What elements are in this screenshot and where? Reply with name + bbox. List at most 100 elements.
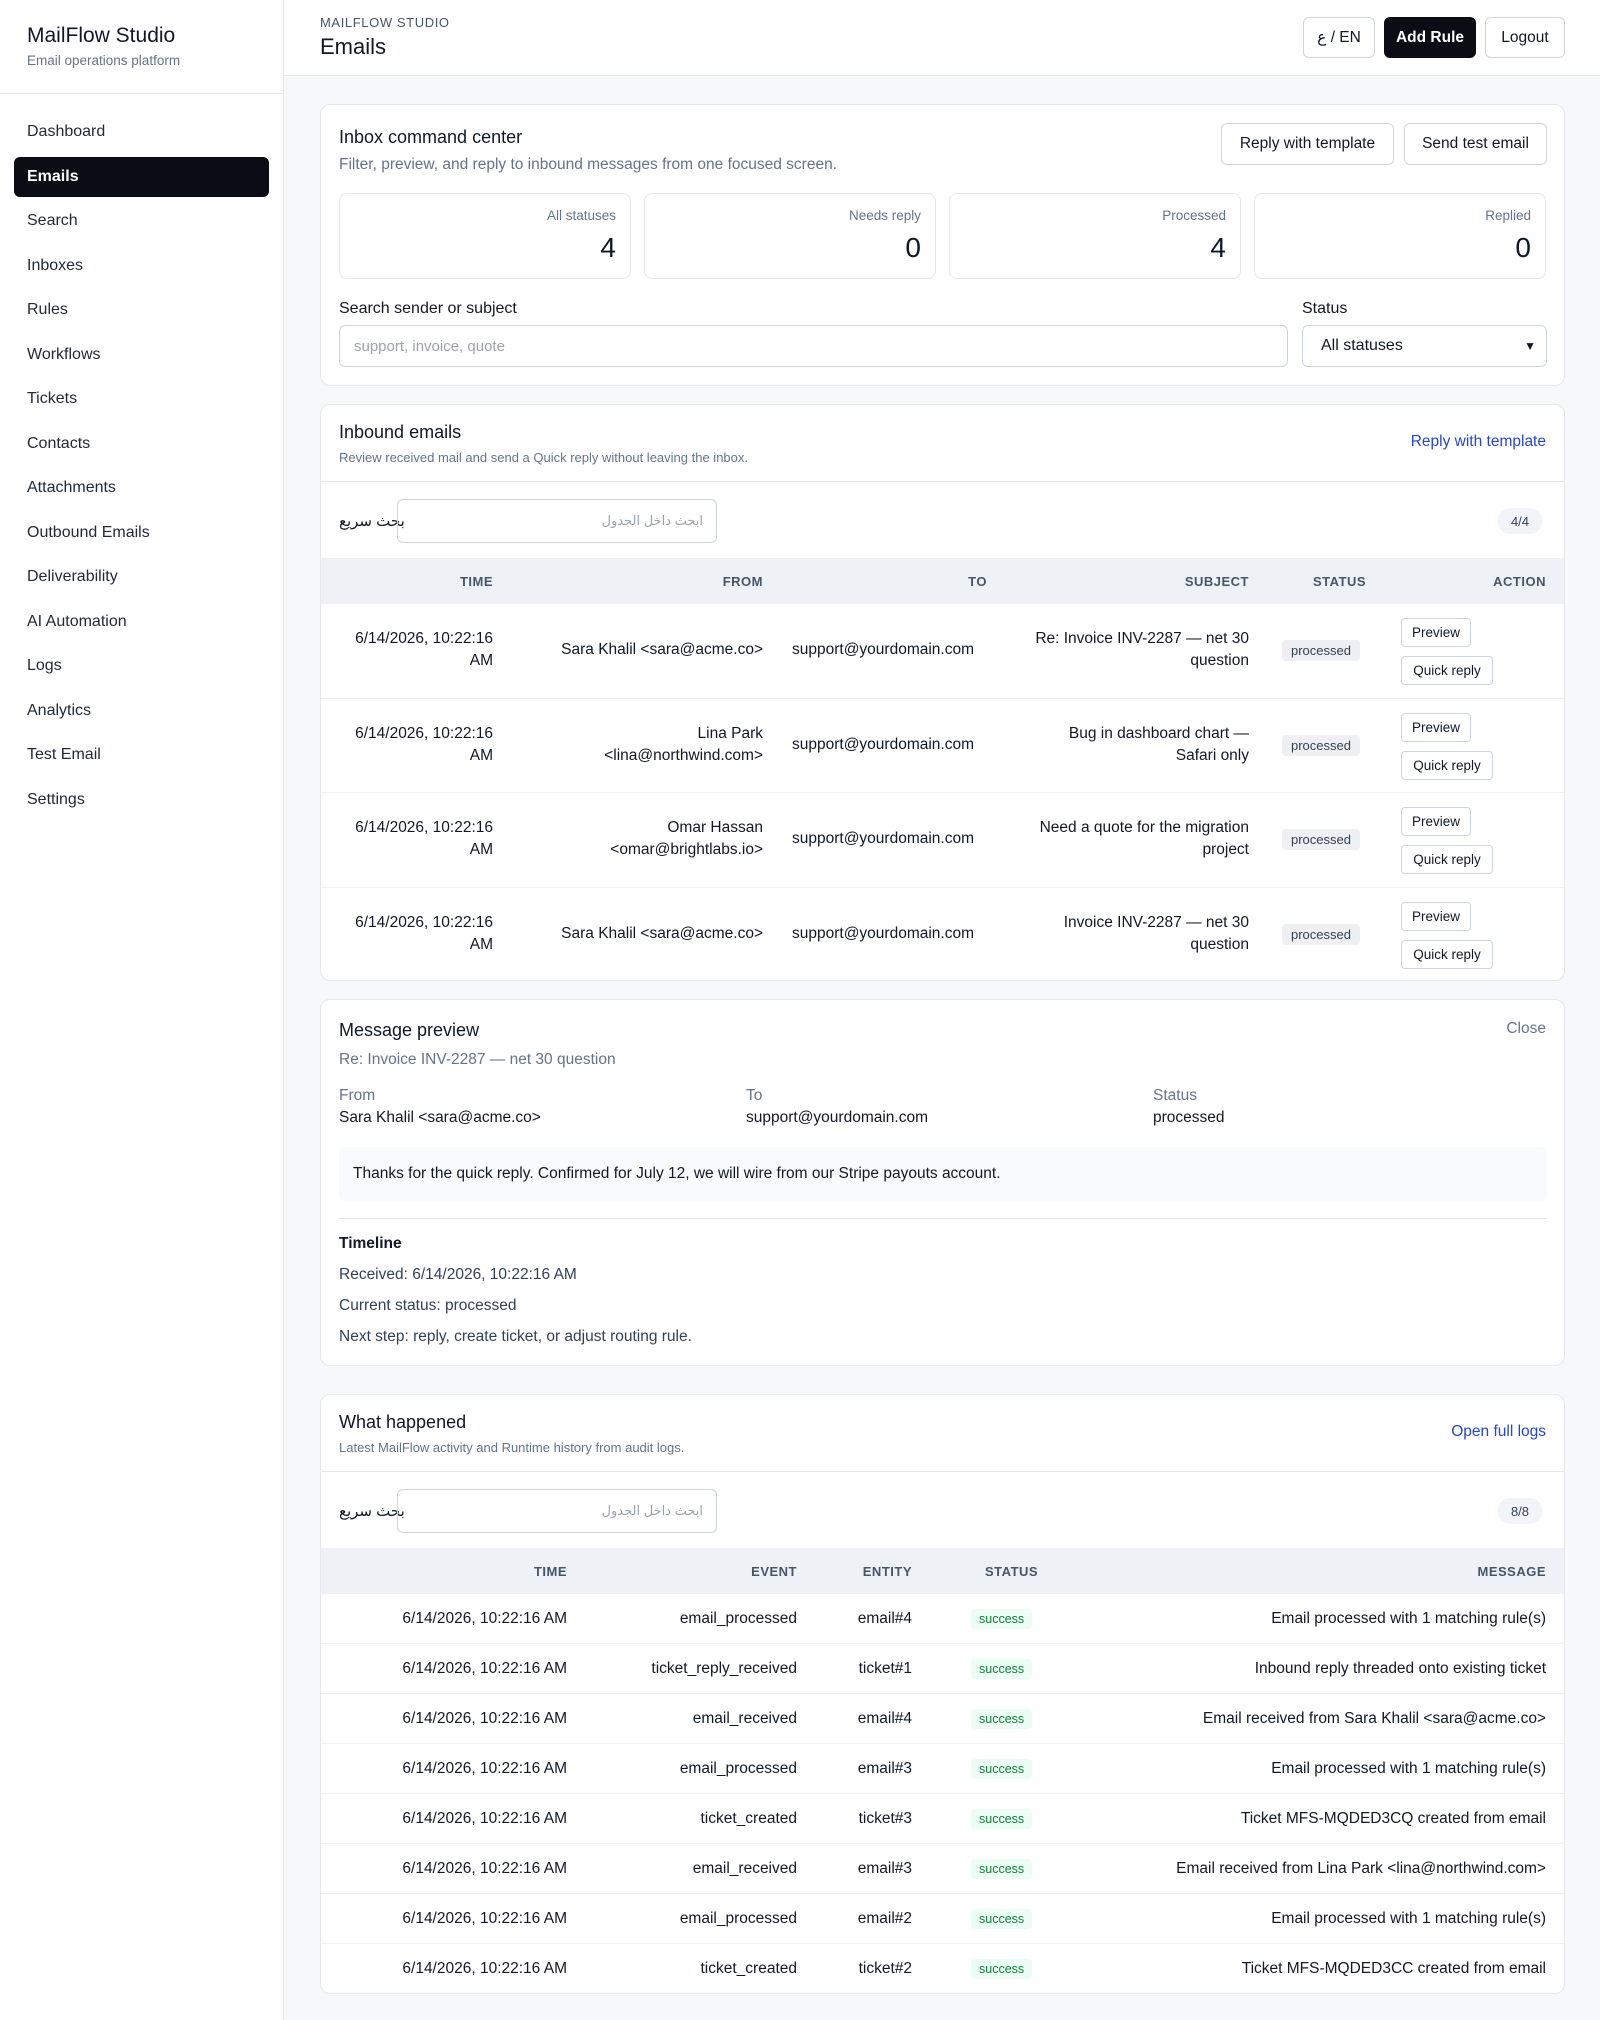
divider [321,481,1564,482]
sidebar-item-settings[interactable]: Settings [14,780,269,820]
sidebar-item-workflows[interactable]: Workflows [14,335,269,375]
from-line1: Sara Khalil <sara@acme.co> [561,641,763,658]
table-row[interactable]: 6/14/2026, 10:22:16 AM ticket_reply_recei… [321,1644,1564,1694]
timeline-received: Received: 6/14/2026, 10:22:16 AM [339,1266,577,1283]
quick-search-input[interactable]: ابحث داخل الجدول [397,499,717,543]
table-row[interactable]: 6/14/2026, 10:22:16 AM ticket_created tick… [321,1794,1564,1844]
subject-cell: Invoice INV-2287 — net 30 question [1009,912,1249,956]
preview-button[interactable]: Preview [1401,618,1471,647]
column-header-action[interactable]: ACTION [1493,574,1546,589]
status-label: Status [1153,1087,1197,1104]
send-test-email-button[interactable]: Send test email [1404,123,1547,165]
preview-button[interactable]: Preview [1401,713,1471,742]
stat-value: 0 [905,232,921,263]
column-header-to[interactable]: TO [968,574,987,589]
message-cell: Email processed with 1 matching rule(s) [1271,1610,1546,1627]
sidebar-item-test-email[interactable]: Test Email [14,735,269,775]
search-sender-input[interactable]: support, invoice, quote [339,325,1288,367]
event-cell: email_received [692,1860,797,1877]
quick-reply-button[interactable]: Quick reply [1401,940,1493,969]
quick-reply-button[interactable]: Quick reply [1401,845,1493,874]
column-header-entity[interactable]: ENTITY [863,1564,912,1579]
stat-replied[interactable]: Replied 0 [1254,193,1546,279]
stat-needs-reply[interactable]: Needs reply 0 [644,193,936,279]
time-cell: 6/14/2026, 10:22:16 AM [402,1860,567,1877]
column-header-message[interactable]: MESSAGE [1477,1564,1546,1579]
status-badge: processed [1282,829,1360,850]
language-toggle-button[interactable]: ع / EN [1303,17,1375,58]
sidebar-item-ai-automation[interactable]: AI Automation [14,602,269,642]
stat-value: 4 [1210,232,1226,263]
table-row[interactable]: 6/14/2026, 10:22:16 AM email_processed ema… [321,1744,1564,1794]
quick-search-label: بحث سريع [339,513,405,530]
open-full-logs-link[interactable]: Open full logs [1451,1423,1546,1441]
page-title: Emails [320,34,387,59]
column-header-subject[interactable]: SUBJECT [1185,574,1249,589]
column-header-time[interactable]: TIME [460,574,493,589]
subject-line2: question [1190,936,1249,953]
status-badge: processed [1282,924,1360,945]
from-line2: <omar@brightlabs.io> [610,841,763,858]
table-row[interactable]: 6/14/2026, 10:22:16 AM Lina Park <lina@nor… [321,699,1564,793]
stat-all-statuses[interactable]: All statuses 4 [339,193,631,279]
logout-button[interactable]: Logout [1485,17,1565,58]
time-cell: 6/14/2026, 10:22:16 AM [402,1960,567,1977]
quick-search-input[interactable]: ابحث داخل الجدول [397,1489,717,1533]
status-badge: success [971,1609,1033,1629]
to-label: To [746,1087,763,1104]
sidebar-item-tickets[interactable]: Tickets [14,379,269,419]
table-row[interactable]: 6/14/2026, 10:22:16 AM email_processed ema… [321,1894,1564,1944]
quick-reply-button[interactable]: Quick reply [1401,751,1493,780]
table-row[interactable]: 6/14/2026, 10:22:16 AM Sara Khalil <sara@… [321,604,1564,699]
sidebar-item-search[interactable]: Search [14,201,269,241]
close-preview-button[interactable]: Close [1506,1020,1546,1038]
stat-processed[interactable]: Processed 4 [949,193,1241,279]
sidebar-item-attachments[interactable]: Attachments [14,468,269,508]
status-badge: processed [1282,640,1360,661]
table-row[interactable]: 6/14/2026, 10:22:16 AM ticket_created tick… [321,1944,1564,1994]
time-cell: 6/14/2026, 10:22:16 AM [402,1810,567,1827]
column-header-status[interactable]: STATUS [1313,574,1366,589]
entity-cell: email#3 [857,1860,912,1877]
table-row[interactable]: 6/14/2026, 10:22:16 AM Sara Khalil <sara@… [321,888,1564,981]
subject-cell: Re: Invoice INV-2287 — net 30 question [1009,628,1249,672]
sidebar-item-analytics[interactable]: Analytics [14,691,269,731]
sidebar-item-emails[interactable]: Emails [14,156,269,197]
message-preview-card: Message preview Close Re: Invoice INV-22… [320,999,1565,1366]
reply-with-template-link[interactable]: Reply with template [1411,433,1546,451]
subject-cell: Need a quote for the migration project [1009,817,1249,861]
column-header-from[interactable]: FROM [723,574,763,589]
brand-title: MailFlow Studio [27,24,176,47]
status-value: processed [1153,1109,1225,1126]
message-cell: Email received from Lina Park <lina@nort… [1176,1860,1546,1877]
table-row[interactable]: 6/14/2026, 10:22:16 AM email_received emai… [321,1844,1564,1894]
sidebar-item-logs[interactable]: Logs [14,646,269,686]
status-select[interactable]: All statuses ▼ [1302,325,1547,367]
preview-button[interactable]: Preview [1401,902,1471,931]
column-header-status[interactable]: STATUS [985,1564,1038,1579]
activity-subtitle: Latest MailFlow activity and Runtime his… [339,1440,685,1455]
from-value: Sara Khalil <sara@acme.co> [339,1109,541,1126]
table-row[interactable]: 6/14/2026, 10:22:16 AM email_processed ema… [321,1594,1564,1644]
sidebar-item-rules[interactable]: Rules [14,290,269,330]
stat-value: 0 [1515,232,1531,263]
add-rule-button[interactable]: Add Rule [1384,17,1476,58]
sidebar-item-outbound-emails[interactable]: Outbound Emails [14,513,269,553]
status-badge: success [971,1759,1033,1779]
to-cell: support@yourdomain.com [792,925,975,942]
time-cell: 6/14/2026, 10:22:16 AM [402,1760,567,1777]
timeline-current-status: Current status: processed [339,1297,517,1314]
quick-reply-button[interactable]: Quick reply [1401,656,1493,685]
sidebar-item-inboxes[interactable]: Inboxes [14,246,269,286]
sidebar-item-contacts[interactable]: Contacts [14,424,269,464]
from-cell: Sara Khalil <sara@acme.co> [523,923,763,945]
column-header-time[interactable]: TIME [534,1564,567,1579]
preview-button[interactable]: Preview [1401,807,1471,836]
sidebar-item-dashboard[interactable]: Dashboard [14,112,269,152]
table-row[interactable]: 6/14/2026, 10:22:16 AM Omar Hassan <omar@b… [321,793,1564,888]
column-header-event[interactable]: EVENT [751,1564,797,1579]
reply-with-template-button[interactable]: Reply with template [1221,123,1394,165]
top-bar: MAILFLOW STUDIO Emails ع / EN Add Rule L… [284,0,1600,76]
table-row[interactable]: 6/14/2026, 10:22:16 AM email_received emai… [321,1694,1564,1744]
sidebar-item-deliverability[interactable]: Deliverability [14,557,269,597]
